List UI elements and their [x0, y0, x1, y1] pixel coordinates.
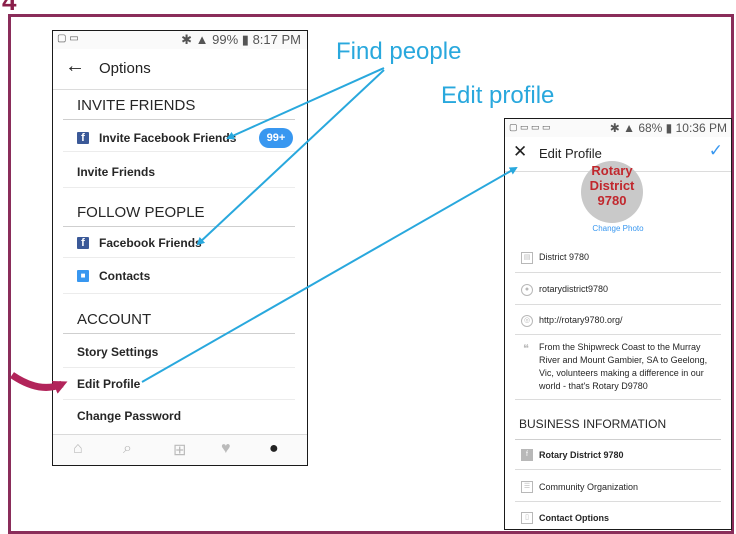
contacts-icon: ■	[77, 270, 89, 282]
edit-profile-item[interactable]: Edit Profile	[77, 377, 140, 391]
divider	[63, 367, 295, 368]
avatar-text-line3: 9780	[597, 193, 627, 208]
divider	[63, 151, 295, 152]
annotation-edit-profile: Edit profile	[441, 82, 555, 109]
notification-icons: ▢ ▭	[57, 33, 79, 44]
avatar[interactable]: Rotary District 9780	[581, 161, 643, 223]
page-title: Options	[99, 60, 151, 77]
divider	[515, 501, 721, 502]
phone-icon: ▯	[521, 512, 533, 524]
add-post-icon[interactable]: ⊞	[173, 440, 186, 460]
divider	[515, 272, 721, 273]
category-icon: ☰	[521, 481, 533, 493]
search-icon[interactable]: ⌕	[123, 440, 132, 458]
home-icon[interactable]: ⌂	[73, 440, 83, 458]
status-bar: ▢ ▭ ▭ ▭ ✱ ▲ 68% ▮ 10:36 PM	[505, 119, 731, 137]
invite-facebook-friends-item[interactable]: Invite Facebook Friends	[99, 131, 236, 145]
close-icon[interactable]: ✕	[513, 142, 527, 162]
section-invite-friends: INVITE FRIENDS	[77, 97, 196, 114]
annotation-find-people: Find people	[336, 38, 462, 65]
battery-percent: 99%	[212, 32, 239, 47]
bottom-tab-bar: ⌂ ⌕ ⊞ ♥ ●	[53, 434, 307, 465]
status-right: ✱ ▲ 99% ▮ 8:17 PM	[181, 32, 301, 47]
status-right: ✱ ▲ 68% ▮ 10:36 PM	[609, 121, 727, 135]
facebook-icon: f	[77, 237, 89, 249]
divider	[515, 469, 721, 470]
options-header: ← Options	[53, 49, 307, 90]
checkmark-icon[interactable]: ✓	[709, 141, 723, 161]
divider	[63, 187, 295, 188]
change-photo-link[interactable]: Change Photo	[505, 224, 731, 233]
username-field[interactable]: rotarydistrict9780	[539, 284, 608, 294]
divider	[63, 257, 295, 258]
notification-badge: 99+	[259, 128, 293, 148]
business-page-item[interactable]: Rotary District 9780	[539, 450, 624, 460]
divider	[63, 293, 295, 294]
status-time: 10:36 PM	[675, 121, 727, 135]
options-screen: ▢ ▭ ✱ ▲ 99% ▮ 8:17 PM ← Options INVITE F…	[52, 30, 308, 466]
name-icon: ▤	[521, 252, 533, 264]
divider	[515, 304, 721, 305]
heart-icon[interactable]: ♥	[221, 440, 231, 458]
back-arrow-icon[interactable]: ←	[65, 55, 85, 78]
contact-options-item[interactable]: Contact Options	[539, 513, 609, 523]
section-follow-people: FOLLOW PEOPLE	[77, 204, 205, 221]
website-icon: ◎	[521, 315, 533, 327]
name-field[interactable]: District 9780	[539, 252, 589, 262]
contacts-item[interactable]: Contacts	[99, 269, 150, 283]
avatar-text-line1: Rotary	[591, 163, 633, 178]
invite-friends-item[interactable]: Invite Friends	[77, 165, 155, 179]
profile-icon[interactable]: ●	[269, 440, 279, 458]
avatar-text-line2: District	[589, 178, 635, 193]
section-business-information: BUSINESS INFORMATION	[519, 417, 667, 431]
divider	[63, 226, 295, 227]
username-icon: ●	[521, 284, 533, 296]
divider	[63, 399, 295, 400]
battery-percent: 68%	[638, 121, 663, 135]
quote-icon: ❝	[523, 343, 529, 355]
category-item[interactable]: Community Organization	[539, 482, 638, 492]
facebook-friends-item[interactable]: Facebook Friends	[99, 236, 202, 250]
notification-icons: ▢ ▭ ▭ ▭	[509, 122, 551, 132]
bio-field[interactable]: From the Shipwreck Coast to the Murray R…	[539, 341, 719, 393]
story-settings-item[interactable]: Story Settings	[77, 345, 158, 359]
page-title: Edit Profile	[539, 146, 602, 161]
facebook-page-icon: f	[521, 449, 533, 461]
divider	[515, 399, 721, 400]
status-time: 8:17 PM	[252, 32, 301, 47]
divider	[63, 119, 295, 120]
change-password-item[interactable]: Change Password	[77, 409, 181, 423]
section-account: ACCOUNT	[77, 311, 152, 328]
facebook-icon: f	[77, 132, 89, 144]
status-bar: ▢ ▭ ✱ ▲ 99% ▮ 8:17 PM	[53, 31, 307, 49]
divider	[63, 333, 295, 334]
divider	[515, 439, 721, 440]
divider	[515, 334, 721, 335]
edit-profile-screen: ▢ ▭ ▭ ▭ ✱ ▲ 68% ▮ 10:36 PM ✕ Edit Profil…	[504, 118, 732, 530]
website-field[interactable]: http://rotary9780.org/	[539, 315, 623, 325]
